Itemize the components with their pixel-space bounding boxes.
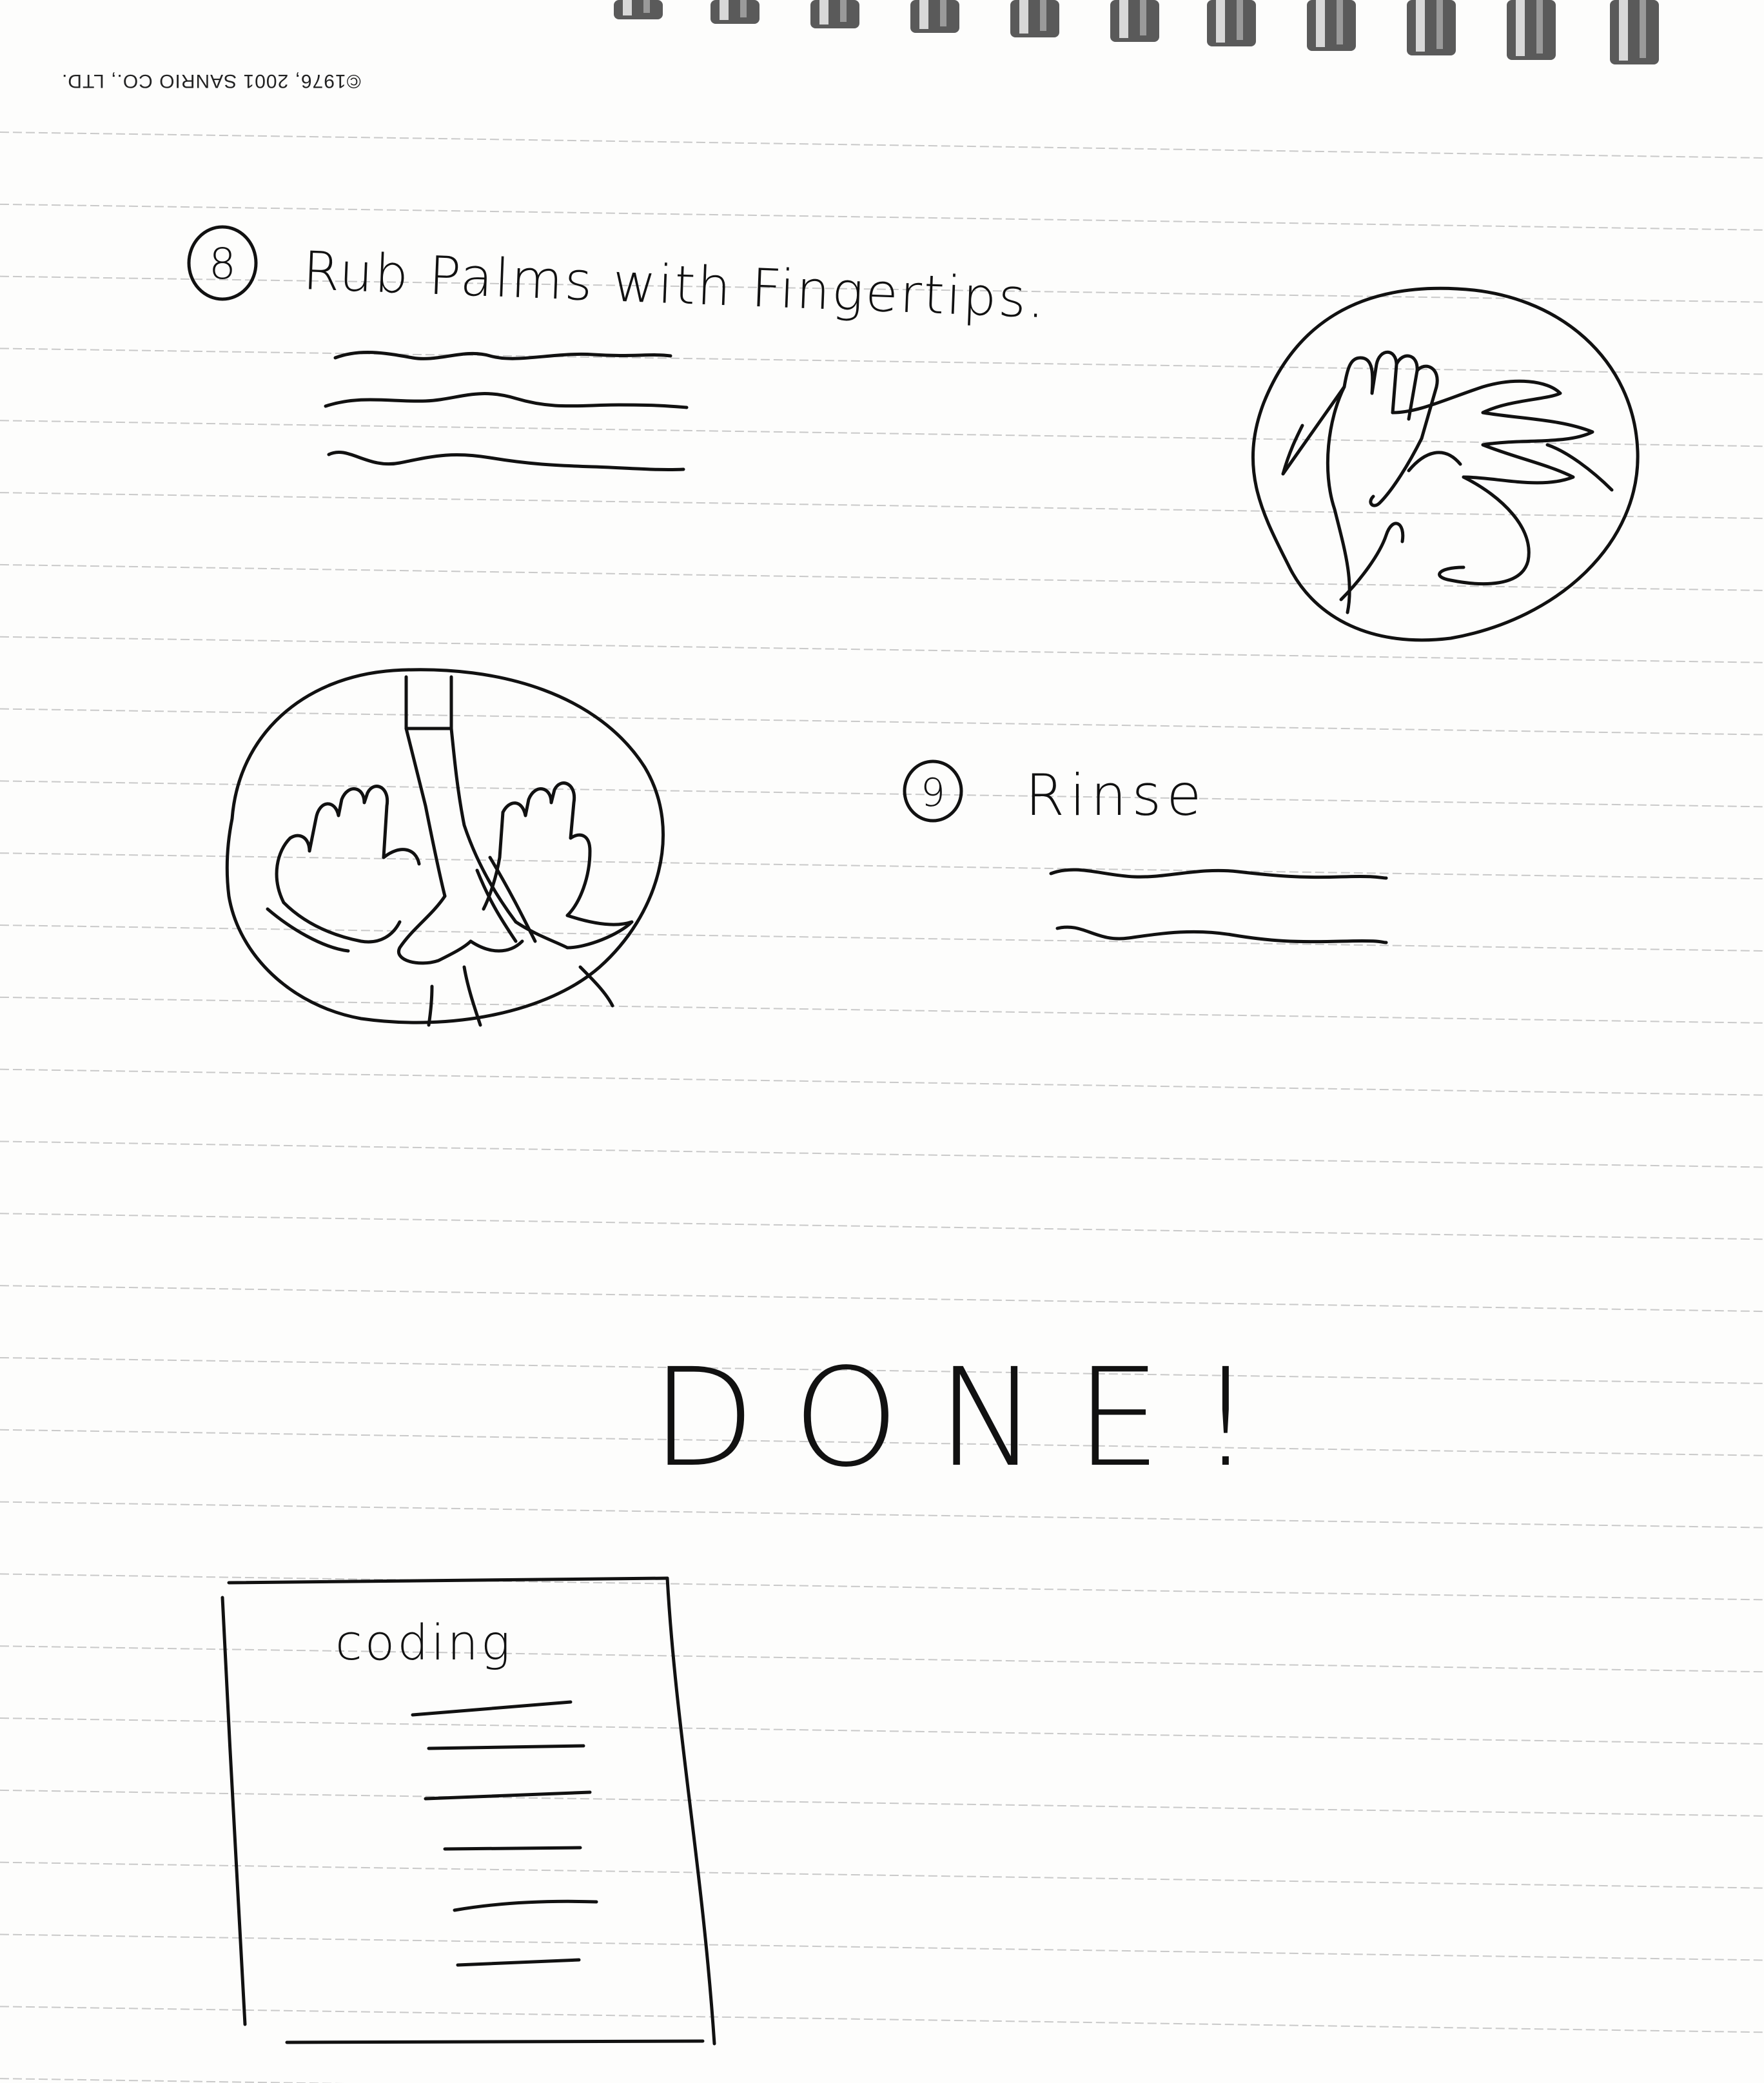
hands-rinsing-icon bbox=[225, 668, 665, 1027]
step8-number: 8 bbox=[209, 239, 236, 289]
step8-number-badge: 8 bbox=[187, 225, 258, 301]
notebook-page: ©1976, 2001 SANRIO CO., LTD. 8 9 Rub Pal… bbox=[0, 0, 1764, 2083]
step9-number-badge: 9 bbox=[903, 759, 963, 823]
step9-scribbles bbox=[1049, 868, 1388, 944]
step9-number: 9 bbox=[921, 770, 945, 816]
step9-title: Rinse bbox=[1025, 762, 1207, 828]
hands-rubbing-icon bbox=[1251, 286, 1640, 642]
step8-scribbles bbox=[324, 350, 689, 472]
coding-box-label: coding bbox=[335, 1614, 513, 1671]
done-heading: DONE! bbox=[651, 1339, 1290, 1497]
